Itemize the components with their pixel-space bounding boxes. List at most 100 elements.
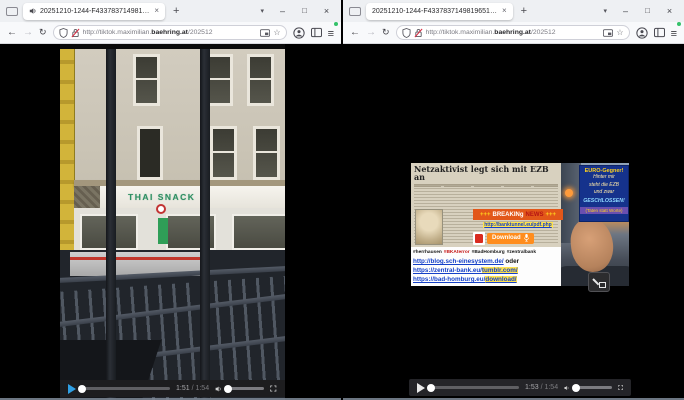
link[interactable]: tumblr.com/	[482, 267, 518, 274]
link[interactable]: https://bad-homburg.eu/	[413, 276, 485, 283]
menu-update-badge	[334, 22, 338, 26]
traffic-sign	[156, 204, 166, 214]
maximize-button[interactable]: □	[296, 7, 313, 15]
insecure-lock-icon[interactable]	[414, 28, 423, 38]
back-button[interactable]: ←	[7, 28, 17, 38]
shop-fascia: THAI SNACK	[100, 186, 285, 208]
address-bar[interactable]: http://tiktok.maximilian.baehring.at/202…	[396, 25, 630, 40]
volume-icon[interactable]	[564, 383, 570, 393]
url-text: http://tiktok.maximilian.baehring.at/202…	[426, 29, 601, 36]
newspaper-portrait	[415, 209, 443, 245]
sidebar-icon[interactable]	[311, 27, 322, 38]
forward-button[interactable]: →	[23, 28, 33, 38]
sidebar-icon[interactable]	[654, 27, 665, 38]
crane	[60, 44, 75, 258]
picture-in-picture-button[interactable]	[588, 272, 610, 292]
forward-button[interactable]: →	[366, 28, 376, 38]
tab-bar: 20251210-1244-F4337837149819651… × + ▾ –…	[343, 0, 684, 22]
railing-area	[60, 250, 285, 400]
building-window	[253, 126, 280, 180]
bookmark-star-icon[interactable]: ☆	[273, 29, 280, 37]
firefox-view-icon[interactable]	[6, 7, 18, 16]
progress-bar[interactable]	[431, 386, 519, 389]
progress-thumb[interactable]	[78, 385, 86, 393]
breaking-news-banner: +++ BREAKINg NEWS +++	[473, 209, 563, 220]
tab-title: 20251210-1244-F433783714981…	[40, 8, 149, 15]
tab-bar: 20251210-1244-F433783714981… × + ▾ – □ ×	[0, 0, 341, 22]
page-action-icon[interactable]	[260, 29, 270, 37]
caption-line: Hinter mir	[580, 174, 628, 182]
tab-list-chevron-icon[interactable]: ▾	[598, 7, 612, 15]
menu-update-badge	[677, 22, 681, 26]
account-icon[interactable]	[293, 27, 305, 39]
play-button[interactable]	[417, 383, 425, 393]
account-icon[interactable]	[636, 27, 648, 39]
video-player-left[interactable]: THAI SNACK	[60, 44, 285, 400]
building-window	[210, 126, 237, 180]
banner-link-row: http://banktunnel.eu/pdf.php	[473, 220, 563, 230]
tracking-shield-icon[interactable]	[402, 28, 411, 38]
progress-bar[interactable]	[82, 387, 170, 390]
address-bar[interactable]: http://tiktok.maximilian.baehring.at/202…	[53, 25, 287, 40]
volume-icon[interactable]	[215, 384, 222, 394]
tab-close-icon[interactable]: ×	[502, 7, 507, 15]
close-button[interactable]: ×	[661, 7, 678, 16]
bookmark-star-icon[interactable]: ☆	[616, 29, 623, 37]
tracking-shield-icon[interactable]	[59, 28, 68, 38]
active-tab[interactable]: 20251210-1244-F4337837149819651… ×	[366, 3, 513, 20]
reload-button[interactable]: ↻	[39, 28, 47, 37]
link[interactable]: https://zentral-bank.eu/	[413, 267, 482, 274]
tab-list-chevron-icon[interactable]: ▾	[255, 7, 269, 15]
navigation-toolbar: ← → ↻ http://tiktok.maximilian.baehring.…	[0, 22, 341, 44]
browser-window-left: 20251210-1244-F433783714981… × + ▾ – □ ×…	[0, 0, 341, 400]
hashtag: #BKAterror	[444, 250, 470, 255]
app-menu-button[interactable]: ≡	[328, 24, 334, 42]
firefox-view-icon[interactable]	[349, 7, 361, 16]
shop-sign-text: THAI SNACK	[128, 192, 195, 202]
minimize-button[interactable]: –	[617, 7, 634, 16]
link[interactable]: http://blog.sch-einesystem.de/	[413, 258, 504, 265]
volume-thumb[interactable]	[572, 384, 580, 392]
vehicle-red-stripe	[70, 257, 202, 260]
video-player-right[interactable]: Netzaktivist legt sich mit EZB an EURO-G…	[411, 163, 629, 286]
tab-audio-icon[interactable]	[29, 7, 37, 15]
close-button[interactable]: ×	[318, 7, 335, 16]
download-button[interactable]: Download	[487, 233, 534, 244]
back-button[interactable]: ←	[350, 28, 360, 38]
microphone-icon	[524, 234, 529, 242]
maximize-button[interactable]: □	[639, 7, 656, 15]
hashtag-row: #herrhausen #BKAterror #BadHomburg #zent…	[411, 247, 561, 257]
insecure-lock-icon[interactable]	[71, 28, 80, 38]
link[interactable]: download/	[485, 276, 516, 283]
time-display: 1:53 / 1:54	[525, 384, 558, 391]
url-text: http://tiktok.maximilian.baehring.at/202…	[83, 29, 258, 36]
pip-square-icon	[599, 282, 606, 288]
volume-slider[interactable]	[228, 387, 264, 390]
play-button[interactable]	[68, 384, 76, 394]
tab-close-icon[interactable]: ×	[154, 7, 159, 15]
crane-light	[565, 189, 573, 197]
page-content: Netzaktivist legt sich mit EZB an EURO-G…	[343, 44, 684, 400]
minimize-button[interactable]: –	[274, 7, 291, 16]
reload-button[interactable]: ↻	[382, 28, 390, 37]
banner-link[interactable]: http://banktunnel.eu/pdf.php	[483, 222, 553, 228]
fullscreen-icon[interactable]	[270, 384, 277, 393]
new-tab-button[interactable]: +	[518, 6, 530, 17]
time-display: 1:51 / 1:54	[176, 385, 209, 392]
progress-thumb[interactable]	[427, 384, 435, 392]
building-window	[137, 126, 163, 180]
app-menu-button[interactable]: ≡	[671, 24, 677, 42]
page-content: THAI SNACK	[0, 44, 341, 400]
link-line: https://zentral-bank.eu/tumblr.com/	[413, 267, 559, 276]
volume-thumb[interactable]	[224, 385, 232, 393]
page-action-icon[interactable]	[603, 29, 613, 37]
new-tab-button[interactable]: +	[170, 6, 182, 17]
caption-line: steht die EZB	[580, 182, 628, 190]
volume-slider[interactable]	[576, 386, 612, 389]
active-tab[interactable]: 20251210-1244-F433783714981… ×	[23, 3, 165, 20]
fullscreen-icon[interactable]	[618, 383, 623, 392]
caption-line: und zwar	[580, 189, 628, 197]
hashtag: #herrhausen	[413, 250, 442, 255]
link-line: http://blog.sch-einesystem.de/ oder	[413, 258, 559, 267]
caption-footer: (Taten statt Worte)	[580, 207, 628, 214]
